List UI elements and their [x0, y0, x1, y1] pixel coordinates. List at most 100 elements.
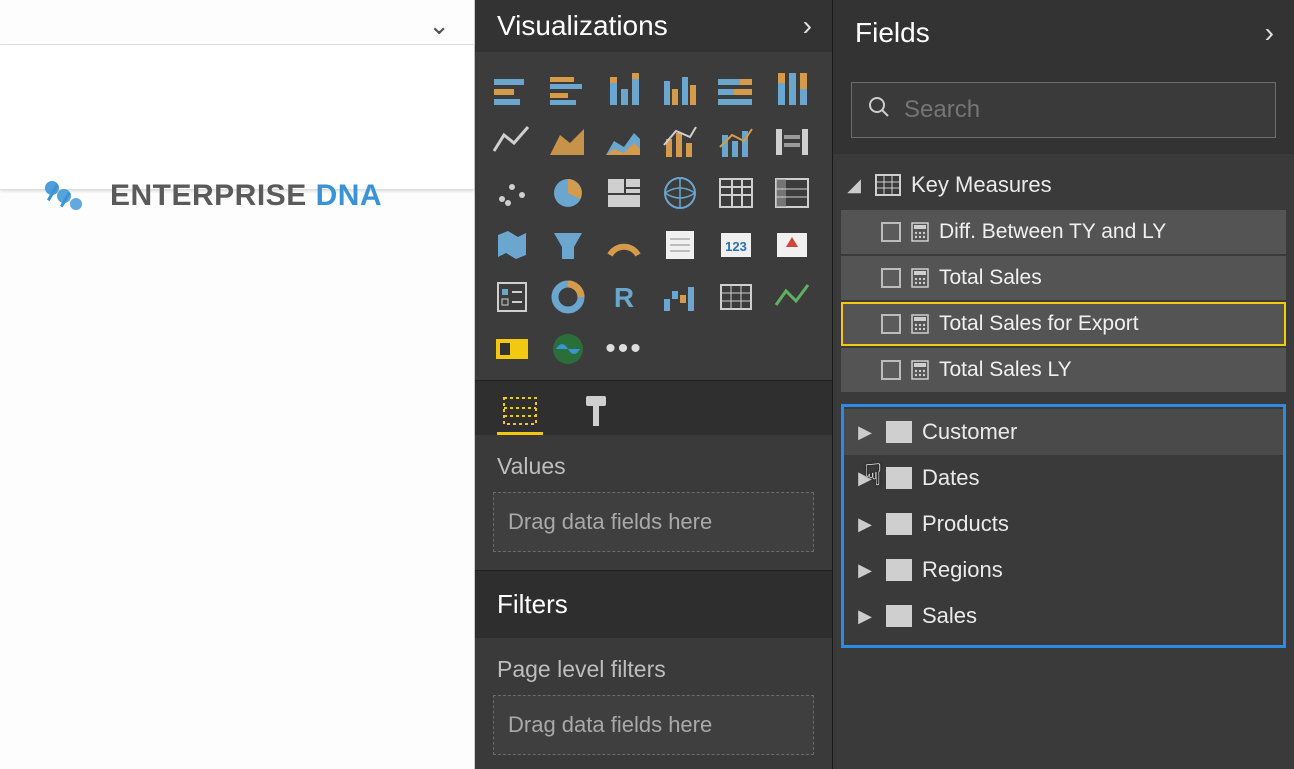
calculator-icon [911, 360, 929, 380]
hundred-percent-column-icon[interactable] [769, 66, 815, 112]
fields-pane: Fields › ◢ Key Measures Diff. Between TY… [833, 0, 1294, 769]
page-filters-label: Page level filters [475, 638, 832, 695]
table-icon [886, 559, 912, 581]
table-label: Dates [922, 465, 979, 491]
tables-group: ▶ Customer ▶ Dates ▶ Products ▶ Regions ▶Sales [841, 404, 1286, 648]
calculator-icon [911, 268, 929, 288]
arcgis-map-icon[interactable] [545, 326, 591, 372]
chevron-down-icon[interactable]: ⌄ [428, 10, 450, 41]
card-icon[interactable]: 123 [713, 222, 759, 268]
checkbox-icon[interactable] [881, 314, 901, 334]
stacked-area-chart-icon[interactable] [601, 118, 647, 164]
canvas-toolbar: ⌄ [0, 0, 474, 45]
table-icon [886, 467, 912, 489]
table-key-measures[interactable]: ◢ Key Measures [833, 162, 1294, 208]
fields-search[interactable] [851, 82, 1276, 138]
line-chart-icon[interactable] [489, 118, 535, 164]
table-icon [875, 174, 901, 196]
table-visual-icon[interactable] [713, 274, 759, 320]
ribbon-chart-icon[interactable] [769, 118, 815, 164]
map-icon[interactable] [657, 170, 703, 216]
gauge-icon[interactable] [601, 222, 647, 268]
matrix-icon[interactable] [769, 170, 815, 216]
enterprise-dna-logo: ENTERPRISE DNA [38, 176, 382, 216]
fields-title: Fields [855, 17, 930, 49]
caret-right-icon: ▶ [854, 468, 876, 489]
table-row[interactable]: ▶Sales [844, 593, 1283, 639]
caret-right-icon: ▶ [854, 606, 876, 627]
r-visual-icon[interactable]: R [601, 274, 647, 320]
dna-icon [38, 176, 98, 216]
table-row[interactable]: ▶ Products [844, 501, 1283, 547]
checkbox-icon[interactable] [881, 360, 901, 380]
treemap-icon[interactable] [601, 170, 647, 216]
visualizations-header[interactable]: Visualizations › [475, 0, 832, 52]
page-filters-drop-zone[interactable]: Drag data fields here [493, 695, 814, 755]
collapse-pane-icon[interactable]: › [803, 10, 812, 42]
table-icon [886, 513, 912, 535]
table-row[interactable]: ▶ Regions [844, 547, 1283, 593]
filled-map-icon[interactable] [489, 222, 535, 268]
filters-header[interactable]: Filters [475, 570, 832, 638]
fields-tree: ◢ Key Measures Diff. Between TY and LY To… [833, 154, 1294, 658]
table-label: Key Measures [911, 172, 1052, 198]
values-drop-zone[interactable]: Drag data fields here [493, 492, 814, 552]
multi-row-card-icon[interactable] [657, 222, 703, 268]
logo-text-secondary: DNA [316, 179, 383, 212]
more-visuals-icon[interactable]: ••• [601, 326, 647, 372]
search-icon [868, 96, 890, 125]
measure-label: Total Sales LY [939, 358, 1072, 382]
waterfall-chart-icon[interactable] [657, 274, 703, 320]
visualization-gallery: 123 R ••• [475, 52, 832, 380]
measure-item[interactable]: Total Sales [841, 256, 1286, 300]
clustered-column-chart-icon[interactable] [657, 66, 703, 112]
hundred-percent-bar-icon[interactable] [713, 66, 759, 112]
report-canvas[interactable]: ⌄ ENTERPRISE DNA [0, 0, 475, 769]
stacked-column-chart-icon[interactable] [601, 66, 647, 112]
funnel-chart-icon[interactable] [545, 222, 591, 268]
format-tab[interactable] [573, 389, 619, 435]
table-icon [886, 421, 912, 443]
viz-tabs [475, 380, 832, 435]
collapse-fields-icon[interactable]: › [1265, 17, 1274, 49]
canvas-card [0, 45, 474, 190]
clustered-bar-chart-icon[interactable] [545, 66, 591, 112]
calculator-icon [911, 222, 929, 242]
table-icon[interactable] [713, 170, 759, 216]
measure-item[interactable]: Total Sales LY [841, 348, 1286, 392]
table-row[interactable]: ▶ Dates [844, 455, 1283, 501]
visualizations-pane: Visualizations › [475, 0, 833, 769]
table-label: Products [922, 511, 1009, 537]
measure-label: Total Sales for Export [939, 312, 1139, 336]
area-chart-icon[interactable] [545, 118, 591, 164]
pie-chart-icon[interactable] [545, 170, 591, 216]
fields-tab[interactable] [497, 389, 543, 435]
line-stacked-column-icon[interactable] [713, 118, 759, 164]
checkbox-icon[interactable] [881, 222, 901, 242]
caret-right-icon: ▶ [854, 560, 876, 581]
table-row[interactable]: ▶ Customer [844, 409, 1283, 455]
caret-right-icon: ▶ [854, 422, 876, 443]
scatter-chart-icon[interactable] [489, 170, 535, 216]
svg-text:R: R [614, 282, 634, 313]
line-clustered-column-icon[interactable] [657, 118, 703, 164]
fields-header[interactable]: Fields › [833, 0, 1294, 66]
custom-visual-icon[interactable] [489, 326, 535, 372]
checkbox-icon[interactable] [881, 268, 901, 288]
line-visual-icon[interactable] [769, 274, 815, 320]
measure-item[interactable]: Total Sales for Export [841, 302, 1286, 346]
caret-down-icon: ◢ [843, 175, 865, 196]
donut-chart-icon[interactable] [545, 274, 591, 320]
search-input[interactable] [904, 96, 1259, 124]
kpi-icon[interactable] [769, 222, 815, 268]
values-label: Values [475, 435, 832, 492]
slicer-icon[interactable] [489, 274, 535, 320]
visualizations-title: Visualizations [497, 10, 668, 42]
stacked-bar-chart-icon[interactable] [489, 66, 535, 112]
measure-item[interactable]: Diff. Between TY and LY [841, 210, 1286, 254]
table-label: Regions [922, 557, 1003, 583]
measure-label: Total Sales [939, 266, 1042, 290]
caret-right-icon: ▶ [854, 514, 876, 535]
table-label: Customer [922, 419, 1017, 445]
calculator-icon [911, 314, 929, 334]
